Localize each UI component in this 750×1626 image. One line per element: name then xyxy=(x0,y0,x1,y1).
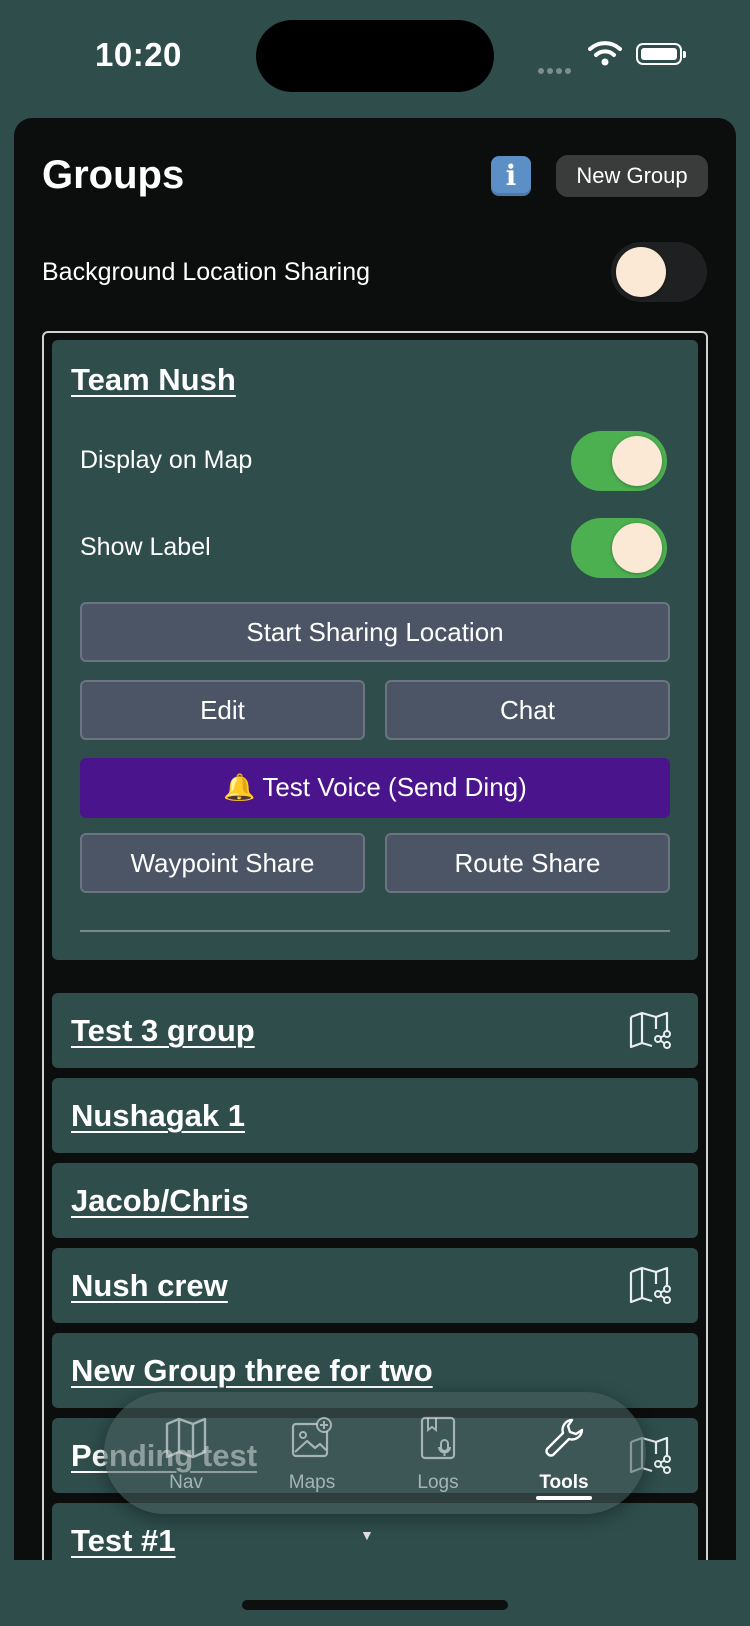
divider xyxy=(80,930,670,932)
group-name-link[interactable]: Jacob/Chris xyxy=(71,1183,248,1219)
show-label-label: Show Label xyxy=(80,533,211,561)
group-row[interactable]: Jacob/Chris xyxy=(52,1163,698,1238)
home-indicator xyxy=(242,1600,508,1610)
toggle-knob xyxy=(612,436,662,486)
start-sharing-location-button[interactable]: Start Sharing Location xyxy=(80,602,670,662)
logbook-icon xyxy=(420,1416,456,1460)
wifi-icon xyxy=(588,41,622,66)
tab-label: Nav xyxy=(169,1472,203,1493)
group-row[interactable]: Nush crew xyxy=(52,1248,698,1323)
tab-label: Maps xyxy=(288,1472,336,1493)
group-row[interactable]: Nushagak 1 xyxy=(52,1078,698,1153)
image-add-icon xyxy=(291,1417,332,1458)
group-name-link[interactable]: Team Nush xyxy=(71,362,236,398)
tab-tools[interactable]: Tools xyxy=(504,1392,624,1514)
tab-logs[interactable]: Logs xyxy=(378,1392,498,1514)
group-name-link[interactable]: New Group three for two xyxy=(71,1353,433,1389)
shared-map-icon xyxy=(629,1266,671,1304)
active-tab-indicator xyxy=(536,1496,592,1500)
background-sharing-label: Background Location Sharing xyxy=(42,258,371,286)
tab-label: Tools xyxy=(539,1472,589,1493)
info-button[interactable]: i xyxy=(491,156,531,196)
group-name-link[interactable]: Nush crew xyxy=(71,1268,228,1304)
page-title: Groups xyxy=(42,153,185,197)
display-on-map-toggle[interactable] xyxy=(571,431,667,491)
battery-icon xyxy=(636,43,686,65)
toggle-knob xyxy=(616,247,666,297)
status-bar: 10:20 xyxy=(0,0,750,118)
chat-button[interactable]: Chat xyxy=(385,680,670,740)
toggle-knob xyxy=(612,523,662,573)
shared-map-icon xyxy=(629,1011,671,1049)
status-time: 10:20 xyxy=(95,36,182,73)
background-sharing-toggle[interactable] xyxy=(611,242,707,302)
edit-button[interactable]: Edit xyxy=(80,680,365,740)
tab-maps[interactable]: Maps xyxy=(252,1392,372,1514)
display-on-map-label: Display on Map xyxy=(80,446,253,474)
waypoint-share-button[interactable]: Waypoint Share xyxy=(80,833,365,893)
signal-dots-icon xyxy=(538,61,578,74)
group-card-expanded: Team Nush Display on Map Show Label Star… xyxy=(52,340,698,960)
group-row[interactable]: Test 3 group xyxy=(52,993,698,1068)
tab-bar: Nav Maps Logs Tools xyxy=(104,1392,646,1514)
wrench-icon xyxy=(545,1418,584,1457)
group-name-link[interactable]: Test #1 xyxy=(71,1523,176,1559)
dynamic-island xyxy=(256,20,494,92)
tab-nav[interactable]: Nav xyxy=(126,1392,246,1514)
chevron-down-icon: ▼ xyxy=(360,1527,374,1543)
groups-sheet: Groups i New Group Background Location S… xyxy=(14,118,736,1560)
route-share-button[interactable]: Route Share xyxy=(385,833,670,893)
group-name-link[interactable]: Test 3 group xyxy=(71,1013,255,1049)
tab-label: Logs xyxy=(417,1472,459,1493)
test-voice-button[interactable]: 🔔 Test Voice (Send Ding) xyxy=(80,758,670,818)
group-name-link[interactable]: Nushagak 1 xyxy=(71,1098,245,1134)
show-label-toggle[interactable] xyxy=(571,518,667,578)
map-icon xyxy=(165,1417,207,1459)
new-group-button[interactable]: New Group xyxy=(556,155,708,197)
